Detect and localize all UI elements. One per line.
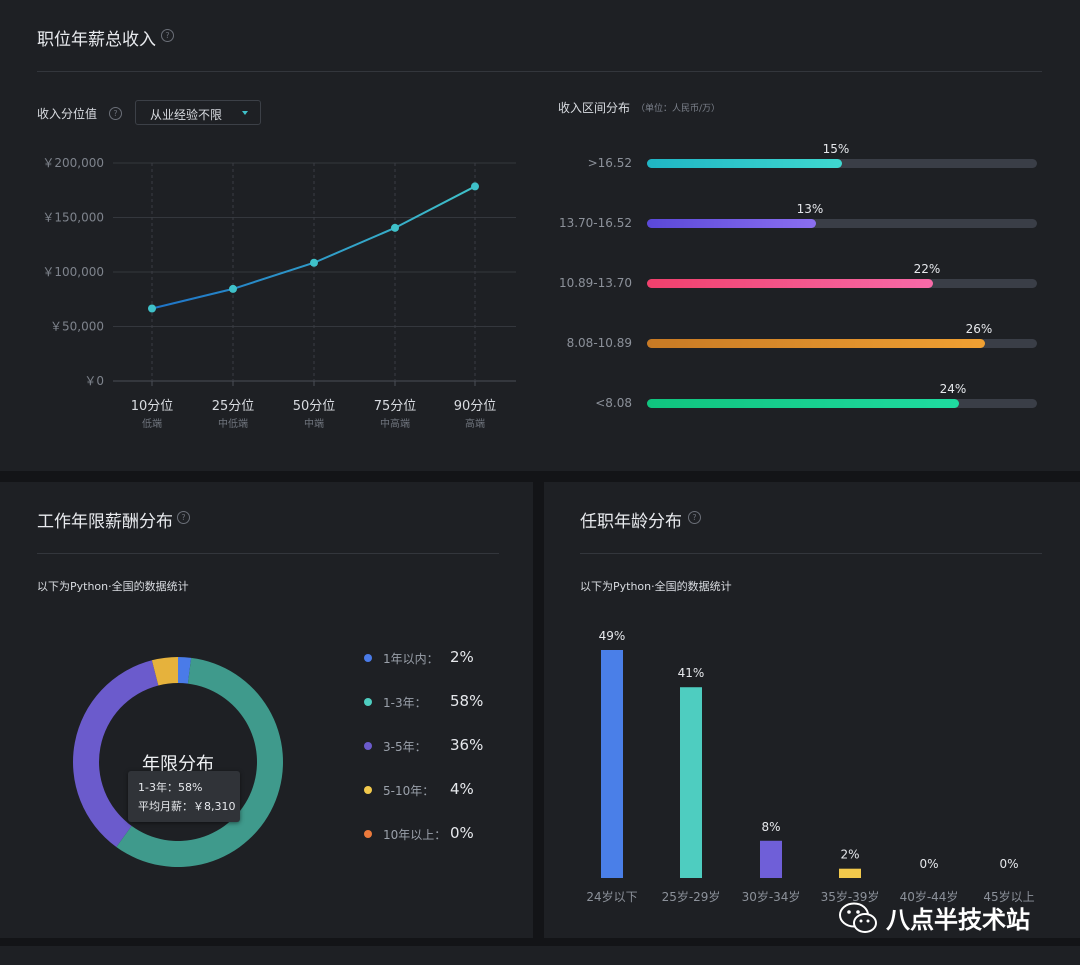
range-label: 13.70-16.52 — [559, 216, 632, 230]
tooltip-line-1: 1-3年：58% — [138, 781, 203, 794]
percentile-line-chart: ￥0 ￥50,000 ￥100,000 ￥150,000 ￥200,000 10分位低端 2… — [42, 156, 516, 430]
data-point — [310, 258, 318, 267]
x-tick-label: 25岁-29岁 — [662, 889, 721, 904]
range-bar — [647, 159, 842, 168]
y-tick-label: ￥0 — [84, 374, 104, 388]
legend-dot — [364, 830, 372, 838]
x-tick-label: 75分位 — [374, 399, 417, 414]
legend-label: 3-5年： — [383, 740, 427, 754]
range-label: <8.08 — [595, 396, 632, 410]
range-label: 8.08-10.89 — [567, 336, 632, 350]
bar-value-label: 22% — [914, 262, 941, 276]
tooltip-line-2: 平均月薪：￥8,310 — [138, 800, 236, 813]
x-tick-label: 30岁-34岁 — [742, 889, 801, 904]
bar-value-label: 15% — [823, 142, 850, 156]
watermark-text: 八点半技术站 — [886, 906, 1030, 934]
legend-label: 1年以内： — [383, 652, 439, 666]
x-sub-label: 高端 — [465, 417, 485, 430]
legend-value: 0% — [450, 824, 474, 842]
x-tick-label: 90分位 — [454, 399, 497, 414]
legend-value: 36% — [450, 736, 484, 754]
bar-value-label: 26% — [966, 322, 993, 336]
age-bar — [760, 840, 782, 878]
x-tick-label: 24岁以下 — [586, 889, 637, 904]
legend-value: 58% — [450, 692, 484, 710]
y-tick-label: ￥150,000 — [42, 211, 104, 225]
legend-dot — [364, 786, 372, 794]
legend-dot — [364, 698, 372, 706]
range-bar — [647, 399, 959, 408]
bar-value-label: 49% — [599, 629, 626, 643]
legend-label: 5-10年： — [383, 784, 435, 798]
bar-value-label: 8% — [761, 820, 780, 834]
range-label: >16.52 — [588, 156, 632, 170]
legend-label: 1-3年： — [383, 696, 427, 710]
data-point — [471, 182, 479, 191]
x-tick-label: 25分位 — [212, 399, 255, 414]
x-sub-label: 中端 — [304, 417, 324, 430]
data-point — [391, 223, 399, 232]
range-bar — [647, 219, 816, 228]
legend-label: 10年以上： — [383, 828, 447, 842]
age-bar — [839, 868, 861, 878]
x-sub-label: 中低端 — [218, 417, 248, 430]
data-point — [229, 284, 237, 293]
bar-value-label: 2% — [840, 848, 859, 862]
legend-value: 2% — [450, 648, 474, 666]
income-range-bar-chart: >16.52 15% 13.70-16.52 13% 10.89-13.70 22% 8.0… — [559, 142, 1037, 410]
bar-value-label: 24% — [940, 382, 967, 396]
range-bar — [647, 279, 933, 288]
y-tick-label: ￥200,000 — [42, 156, 104, 170]
y-tick-label: ￥50,000 — [50, 320, 104, 334]
legend-value: 4% — [450, 780, 474, 798]
age-bar-chart: 49%24岁以下41%25岁-29岁8%30岁-34岁2%35岁-39岁0%40… — [586, 629, 1034, 904]
legend-dot — [364, 654, 372, 662]
x-tick-label: 50分位 — [293, 399, 336, 414]
bar-value-label: 0% — [999, 857, 1018, 871]
range-label: 10.89-13.70 — [559, 276, 632, 290]
age-bar — [680, 687, 702, 878]
x-sub-label: 中高端 — [380, 417, 410, 430]
bar-value-label: 13% — [797, 202, 824, 216]
bar-value-label: 41% — [678, 666, 705, 680]
legend-dot — [364, 742, 372, 750]
x-tick-label: 10分位 — [131, 399, 174, 414]
wechat-icon — [839, 902, 877, 933]
y-tick-label: ￥100,000 — [42, 265, 104, 279]
data-point — [148, 304, 156, 313]
x-sub-label: 低端 — [142, 417, 162, 430]
age-bar — [601, 650, 623, 878]
donut-tooltip: 1-3年：58% 平均月薪：￥8,310 — [128, 771, 240, 822]
range-bar — [647, 339, 985, 348]
bar-value-label: 0% — [919, 857, 938, 871]
